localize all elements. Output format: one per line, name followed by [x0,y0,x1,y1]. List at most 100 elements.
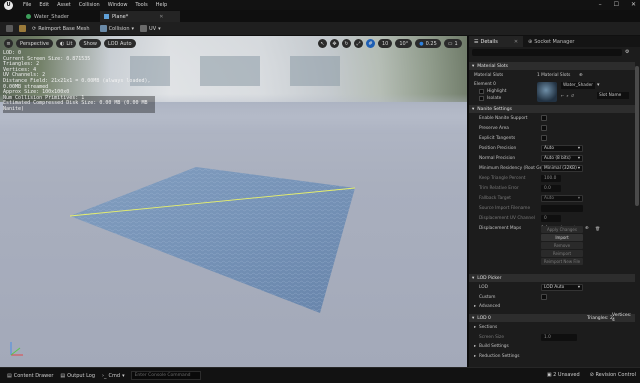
build-settings-row[interactable]: ▸ Build Settings [469,342,635,351]
displacement-action-button[interactable]: Remove [541,242,583,249]
show-label: Show [83,40,97,47]
scale-snap-label: 0.25 [425,40,437,47]
details-search-input[interactable] [472,49,622,56]
section-title: LOD Picker [477,275,502,281]
menu-asset[interactable]: Asset [57,2,71,8]
scale-snap-value[interactable]: ● 0.25 [415,39,441,48]
row-dropdown[interactable]: Auto ▾ [541,195,583,202]
row-checkbox[interactable] [541,135,547,141]
displacement-action-button[interactable]: Reimport New File [541,258,583,265]
close-tab-icon[interactable]: ✕ [159,14,163,20]
show-button[interactable]: Show [79,39,101,48]
row-dropdown[interactable]: Auto (8 bits) ▾ [541,155,583,162]
row-checkbox[interactable] [541,125,547,131]
dropdown-value: Auto [544,146,554,151]
material-thumbnail[interactable] [537,82,557,102]
minimize-icon[interactable]: – [599,1,602,8]
translate-icon[interactable]: ✥ [330,39,339,48]
menu-edit[interactable]: Edit [39,2,49,8]
unsaved-button[interactable]: ▣ 2 Unsaved [547,372,580,378]
sections-row[interactable]: ▸ Sections [469,323,635,332]
add-element-icon[interactable]: ⊕ [585,226,589,231]
save-button[interactable] [6,25,13,32]
scale-icon[interactable]: ⤢ [354,39,363,48]
section-material-slots[interactable]: ▾ Material Slots [469,62,635,70]
slot-name-field[interactable]: Slot Name [597,92,629,99]
isolate-checkbox[interactable] [479,96,484,101]
row-label: Fallback Target [479,196,511,201]
rotate-icon[interactable]: ↻ [342,39,351,48]
unreal-logo-icon[interactable]: U [4,0,13,10]
lod-dropdown[interactable]: LOD Auto ▾ [541,284,583,291]
window-controls: – ☐ ✕ [599,1,636,8]
row-number-field[interactable]: 100.0 [541,175,561,182]
reimport-base-mesh-button[interactable]: ⟳ Reimport Base Mesh [32,26,90,32]
menu-collision[interactable]: Collision [79,2,100,8]
cmd-dropdown[interactable]: ›_ Cmd ▾ [102,373,125,379]
chevron-down-icon[interactable]: ▾ [597,82,600,88]
perspective-button[interactable]: Perspective [16,39,53,48]
output-log-button[interactable]: ▤ Output Log [60,373,95,379]
row-number-field[interactable]: 0.0 [541,185,561,192]
content-drawer-button[interactable]: ▤ Content Drawer [7,373,53,379]
section-title: Material Slots [477,63,508,69]
section-lod-picker[interactable]: ▾ LOD Picker [469,274,635,282]
menu-tools[interactable]: Tools [135,2,147,8]
collision-label: Collision [108,25,130,32]
console-command-input[interactable]: Enter Console Command [130,371,201,380]
material-picker[interactable]: Water_Shader [561,82,595,89]
row-checkbox[interactable] [541,115,547,121]
dropdown-value: Auto [544,196,554,201]
displacement-action-button[interactable]: Import [541,234,583,241]
tab-water-shader[interactable]: Water_Shader [22,11,92,22]
grid-snap-value[interactable]: 10 [378,39,393,48]
close-tab-icon[interactable]: ✕ [514,39,518,45]
camera-speed-button[interactable]: ▭ 1 [443,39,462,48]
select-mode-icon[interactable]: ↖ [318,39,327,48]
maximize-icon[interactable]: ☐ [614,1,619,8]
row-dropdown[interactable]: Auto ▾ [541,145,583,152]
use-selected-icon[interactable]: ← [561,93,564,98]
row-dropdown[interactable]: Minimal (32KB) ▾ [541,165,583,172]
menu-file[interactable]: File [23,2,31,8]
angle-snap-value[interactable]: 10° [395,39,413,48]
camera-speed-label: 1 [454,40,458,47]
uv-button[interactable]: UV ▾ [140,25,161,32]
lod-button[interactable]: LOD Auto [103,39,136,48]
content-drawer-label: Content Drawer [13,372,54,379]
advanced-row[interactable]: ▸ Advanced [469,302,635,311]
add-icon[interactable]: ⊕ [579,73,583,78]
reset-icon[interactable]: ↺ [571,93,574,98]
row-number-field[interactable]: 0 [541,215,561,222]
viewport-options-button[interactable]: ≡ [4,39,13,48]
close-icon[interactable]: ✕ [631,1,636,8]
displacement-action-button[interactable]: Apply Changes [541,226,583,233]
menu-help[interactable]: Help [156,2,167,8]
trash-icon[interactable]: 🗑 [595,226,600,231]
tab-plane[interactable]: Plane* ✕ [100,11,180,22]
row-label: Explicit Tangents [479,136,516,141]
revision-control-button[interactable]: ⊘ Revision Control [590,372,636,378]
field-value: 1.0 [544,335,551,340]
section-nanite-settings[interactable]: ▾ Nanite Settings [469,105,635,113]
asset-tab-bar: Water_Shader Plane* ✕ [0,10,640,22]
browse-button[interactable] [19,25,26,32]
details-scrollbar[interactable] [635,66,639,206]
custom-checkbox[interactable] [541,294,547,300]
material-name: Water_Shader [563,83,594,88]
section-lod0[interactable]: ▾ LOD 0 Triangles: 2 Vertices: 4 [469,313,635,323]
menu-window[interactable]: Window [108,2,128,8]
row-number-field[interactable] [541,205,583,212]
collision-button[interactable]: Collision ▾ [99,25,134,32]
displacement-action-button[interactable]: Reimport [541,250,583,257]
viewport[interactable]: ≡ Perspective ◐ Lit Show LOD Auto ↖ ✥ ↻ ⤢… [0,36,467,367]
lit-button[interactable]: ◐ Lit [55,39,77,48]
screen-size-field[interactable]: 1.0 [541,334,577,341]
tab-socket-manager[interactable]: ⊕ Socket Manager [523,36,579,47]
grid-snap-icon[interactable]: # [366,39,375,48]
settings-icon[interactable]: ⚙ [625,49,629,55]
tab-details[interactable]: ☰ Details ✕ [469,36,524,47]
reduction-settings-row[interactable]: ▸ Reduction Settings [469,352,635,361]
browse-icon[interactable]: ⌕ [566,93,568,98]
chevron-down-icon: ▾ [577,166,580,171]
